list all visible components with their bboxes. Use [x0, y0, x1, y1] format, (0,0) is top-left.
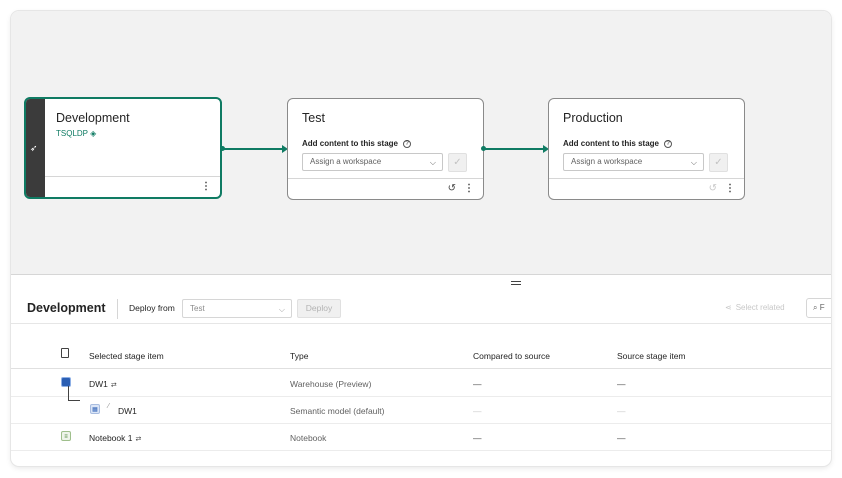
assign-workspace-dropdown[interactable]: Assign a workspace ⌵ [563, 153, 704, 171]
table-row[interactable]: ▦ ⁄ DW1 Semantic model (default) — — [11, 397, 831, 424]
history-icon[interactable]: ↺ [448, 183, 456, 194]
deploy-from-label: Deploy from [129, 303, 175, 313]
share-nodes-icon: ⋖ [725, 303, 732, 312]
column-header[interactable]: Compared to source [473, 351, 550, 361]
add-content-label: Add content to this stage ? [563, 139, 672, 148]
search-icon: ⌕ [813, 303, 818, 312]
stage-side-bar: ➶ [26, 99, 45, 197]
semantic-model-icon: ▦ [90, 404, 100, 414]
help-icon[interactable]: ? [403, 139, 411, 148]
stage-card-production[interactable]: Production Add content to this stage ? A… [548, 98, 745, 200]
chevron-down-icon: ⌵ [278, 305, 285, 314]
add-content-label: Add content to this stage ? [302, 139, 411, 148]
diamond-icon: ◈ [90, 129, 97, 138]
resize-handle[interactable] [511, 281, 521, 285]
history-icon: ↺ [708, 183, 717, 194]
connector-line [484, 148, 544, 150]
stage-footer: ↺ ⋮ [288, 178, 483, 199]
rocket-icon: ➶ [30, 143, 38, 153]
stage-title: Production [563, 111, 623, 125]
sync-icon: ⇄ [135, 436, 142, 443]
connector-line [223, 148, 283, 150]
stage-card-development[interactable]: ➶ Development TSQLDP ◈ ⋮ [24, 97, 222, 199]
chevron-down-icon: ⌵ [690, 158, 697, 167]
confirm-button[interactable]: ✓ [448, 153, 467, 172]
assign-workspace-dropdown[interactable]: Assign a workspace ⌵ [302, 153, 443, 171]
sync-icon: ⇄ [110, 382, 117, 389]
help-icon[interactable]: ? [664, 139, 672, 148]
pipeline-canvas: ➶ Development TSQLDP ◈ ⋮ Test Add conten… [11, 11, 831, 275]
deploy-toolbar: Development Deploy from Test ⌵ Deploy ⋖ … [11, 292, 831, 324]
stage-title: Development [56, 111, 130, 125]
confirm-button[interactable]: ✓ [709, 153, 728, 172]
warehouse-icon [61, 377, 71, 387]
column-header[interactable]: Source stage item [617, 351, 686, 361]
column-header[interactable]: Type [290, 351, 308, 361]
workspace-link[interactable]: TSQLDP ◈ [56, 129, 96, 138]
edit-icon: ⁄ [108, 403, 110, 410]
stage-footer: ↺ ⋮ [549, 178, 744, 199]
column-header[interactable]: Selected stage item [89, 351, 164, 361]
chevron-down-icon: ⌵ [429, 158, 436, 167]
select-related-button[interactable]: ⋖ Select related [725, 303, 785, 312]
deploy-button[interactable]: Deploy [297, 299, 341, 318]
table-header: Selected stage item Type Compared to sou… [11, 342, 831, 369]
stage-title: Test [302, 111, 325, 125]
deploy-from-dropdown[interactable]: Test ⌵ [182, 299, 292, 318]
more-options-icon[interactable]: ⋮ [201, 181, 211, 192]
table-row[interactable]: DW1 ⇄ Warehouse (Preview) — — [11, 370, 831, 397]
notebook-icon: ≡ [61, 431, 71, 441]
table-row[interactable]: ≡ Notebook 1 ⇄ Notebook — — [11, 424, 831, 451]
more-options-icon[interactable]: ⋮ [725, 183, 735, 194]
stage-card-test[interactable]: Test Add content to this stage ? Assign … [287, 98, 484, 200]
stage-footer: ⋮ [45, 176, 220, 197]
search-input[interactable]: ⌕ F [806, 298, 831, 318]
file-icon [61, 348, 69, 358]
toolbar-divider [117, 299, 118, 319]
app-frame: ➶ Development TSQLDP ◈ ⋮ Test Add conten… [11, 11, 831, 466]
stage-heading: Development [27, 301, 106, 315]
more-options-icon[interactable]: ⋮ [464, 183, 474, 194]
